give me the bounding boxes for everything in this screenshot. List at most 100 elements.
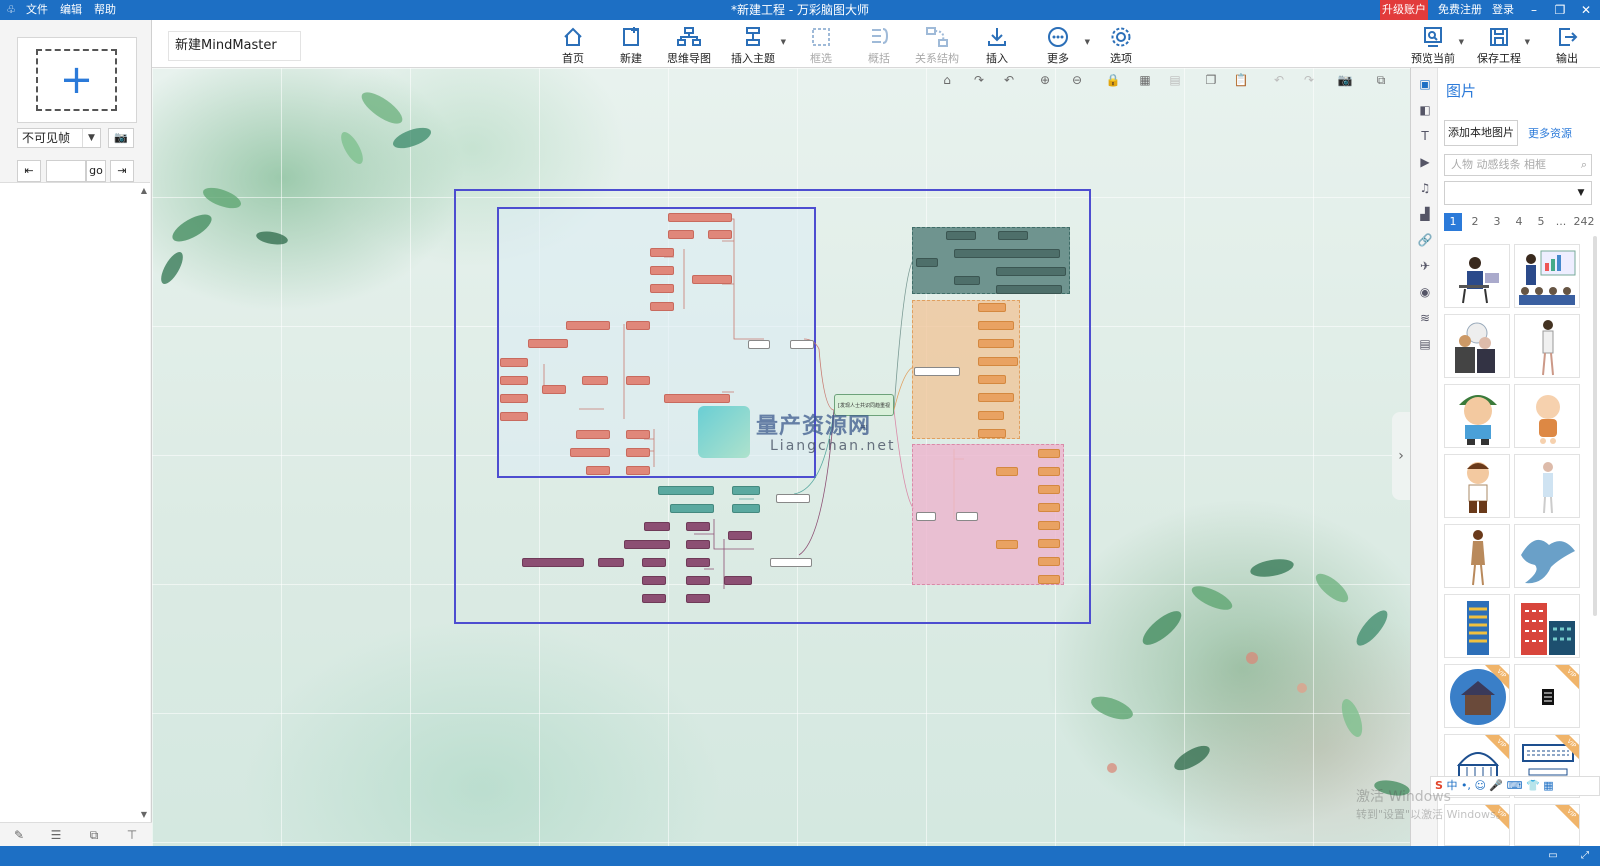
rotate-left-icon[interactable]: ↶ [1000, 71, 1018, 89]
insert-topic-button[interactable]: 插入主题 ▼ [720, 20, 786, 68]
collapse-panel-handle[interactable]: › [1392, 412, 1410, 500]
page-4[interactable]: 4 [1510, 213, 1528, 231]
topic-node[interactable] [724, 576, 752, 585]
upgrade-button[interactable]: 升级账户 [1380, 0, 1428, 20]
page-1[interactable]: 1 [1444, 213, 1462, 231]
topic-node[interactable] [728, 531, 752, 540]
topic-node[interactable] [1038, 449, 1060, 458]
topic-node[interactable] [650, 266, 674, 275]
topic-node[interactable] [978, 429, 1006, 438]
topic-node[interactable] [668, 213, 732, 222]
copy-icon[interactable]: ❐ [1202, 71, 1220, 89]
topic-node[interactable] [598, 558, 624, 567]
topic-node[interactable] [946, 231, 976, 240]
skin-icon[interactable]: 👕 [1526, 779, 1540, 792]
topic-node[interactable] [1038, 557, 1060, 566]
topic-node[interactable] [686, 558, 710, 567]
window-mode-icon[interactable]: ⧉ [1372, 71, 1390, 89]
topic-node[interactable] [1038, 467, 1060, 476]
panel-scrollbar[interactable] [1593, 236, 1597, 616]
topic-node[interactable] [566, 321, 610, 330]
topic-node[interactable] [650, 284, 674, 293]
topic-node[interactable] [626, 466, 650, 475]
clipart-woman-standing[interactable] [1444, 524, 1510, 588]
clipart-baby[interactable] [1514, 384, 1580, 448]
search-icon[interactable]: ⌕ [1581, 155, 1587, 175]
frame-list[interactable]: ▲ ▼ [0, 182, 150, 822]
register-link[interactable]: 免费注册 [1438, 0, 1482, 20]
page-last[interactable]: 242 [1572, 213, 1596, 231]
topic-node[interactable] [576, 430, 610, 439]
topic-node[interactable] [1038, 539, 1060, 548]
topic-node[interactable] [658, 486, 714, 495]
topic-node[interactable] [1038, 575, 1060, 584]
chevron-down-icon[interactable]: ▼ [1571, 182, 1591, 204]
menu-edit[interactable]: 编辑 [60, 0, 82, 20]
archive-icon[interactable]: ▤ [1415, 334, 1435, 354]
first-frame-button[interactable]: ⇤ [17, 160, 41, 182]
topic-node[interactable] [686, 522, 710, 531]
more-resources-link[interactable]: 更多资源 [1528, 125, 1572, 141]
go-button[interactable]: go [86, 160, 106, 182]
video-icon[interactable]: ▶ [1415, 152, 1435, 172]
clipart-rainy-house[interactable]: VIP [1444, 664, 1510, 728]
frame-number-input[interactable] [46, 160, 86, 182]
save-project-button[interactable]: 保存工程 ▼ [1468, 20, 1530, 68]
home-view-icon[interactable]: ⌂ [938, 71, 956, 89]
insert-button[interactable]: 插入 [968, 20, 1026, 68]
topic-node[interactable] [664, 394, 730, 403]
topic-node[interactable] [978, 393, 1014, 402]
topic-node[interactable] [650, 248, 674, 257]
topic-node[interactable] [670, 504, 714, 513]
page-2[interactable]: 2 [1466, 213, 1484, 231]
paste-icon[interactable]: 📋 [1232, 71, 1250, 89]
topic-node[interactable] [586, 466, 610, 475]
music-icon[interactable]: ♫ [1415, 178, 1435, 198]
topic-node[interactable] [748, 340, 770, 349]
screenshot-icon[interactable]: 📷 [1336, 71, 1354, 89]
chevron-down-icon[interactable]: ▼ [82, 129, 100, 147]
topic-node[interactable] [626, 376, 650, 385]
topic-node[interactable] [956, 512, 978, 521]
topic-node[interactable] [996, 540, 1018, 549]
clipart-partial[interactable]: VIP [1514, 804, 1580, 846]
topic-node[interactable] [668, 230, 694, 239]
lock-icon[interactable]: 🔒 [1104, 71, 1122, 89]
monitor-icon[interactable]: ▭ [1546, 849, 1560, 863]
topic-node[interactable] [692, 275, 732, 284]
topic-node[interactable] [500, 394, 528, 403]
add-frame-button[interactable]: + [17, 37, 137, 123]
undo-icon[interactable]: ↶ [1270, 71, 1288, 89]
topic-node[interactable] [626, 430, 650, 439]
topic-node[interactable] [642, 594, 666, 603]
rotate-right-icon[interactable]: ↷ [970, 71, 988, 89]
topic-node[interactable] [624, 540, 670, 549]
clipart-cartoon-boy[interactable] [1444, 454, 1510, 518]
topic-node[interactable] [776, 494, 810, 503]
new-button[interactable]: 新建 [602, 20, 660, 68]
topic-node[interactable] [642, 558, 666, 567]
frame-visibility-select[interactable]: 不可见帧 ▼ [17, 128, 101, 148]
scroll-down-icon[interactable]: ▼ [141, 810, 147, 819]
topic-node[interactable] [732, 486, 760, 495]
clipart-two-people-talking[interactable] [1444, 314, 1510, 378]
text-icon[interactable]: T [1415, 126, 1435, 146]
zoom-out-icon[interactable]: ⊖ [1068, 71, 1086, 89]
topic-node[interactable] [686, 540, 710, 549]
link-icon[interactable]: 🔗 [1415, 230, 1435, 250]
topic-node[interactable] [528, 339, 568, 348]
topic-node[interactable] [708, 230, 732, 239]
edit-frame-icon[interactable]: ✎ [9, 826, 29, 844]
login-link[interactable]: 登录 [1492, 0, 1514, 20]
send-icon[interactable]: ✈ [1415, 256, 1435, 276]
topic-node[interactable] [978, 411, 1004, 420]
zoom-in-icon[interactable]: ⊕ [1036, 71, 1054, 89]
topic-node[interactable] [626, 448, 650, 457]
topic-node[interactable] [1038, 485, 1060, 494]
frame-properties-icon[interactable]: ☰ [46, 826, 66, 844]
scroll-up-icon[interactable]: ▲ [141, 186, 147, 195]
close-icon[interactable]: ✕ [1574, 0, 1598, 20]
summary-button[interactable]: 概括 [850, 20, 908, 68]
topic-node[interactable] [954, 249, 1060, 258]
topic-node[interactable] [500, 358, 528, 367]
